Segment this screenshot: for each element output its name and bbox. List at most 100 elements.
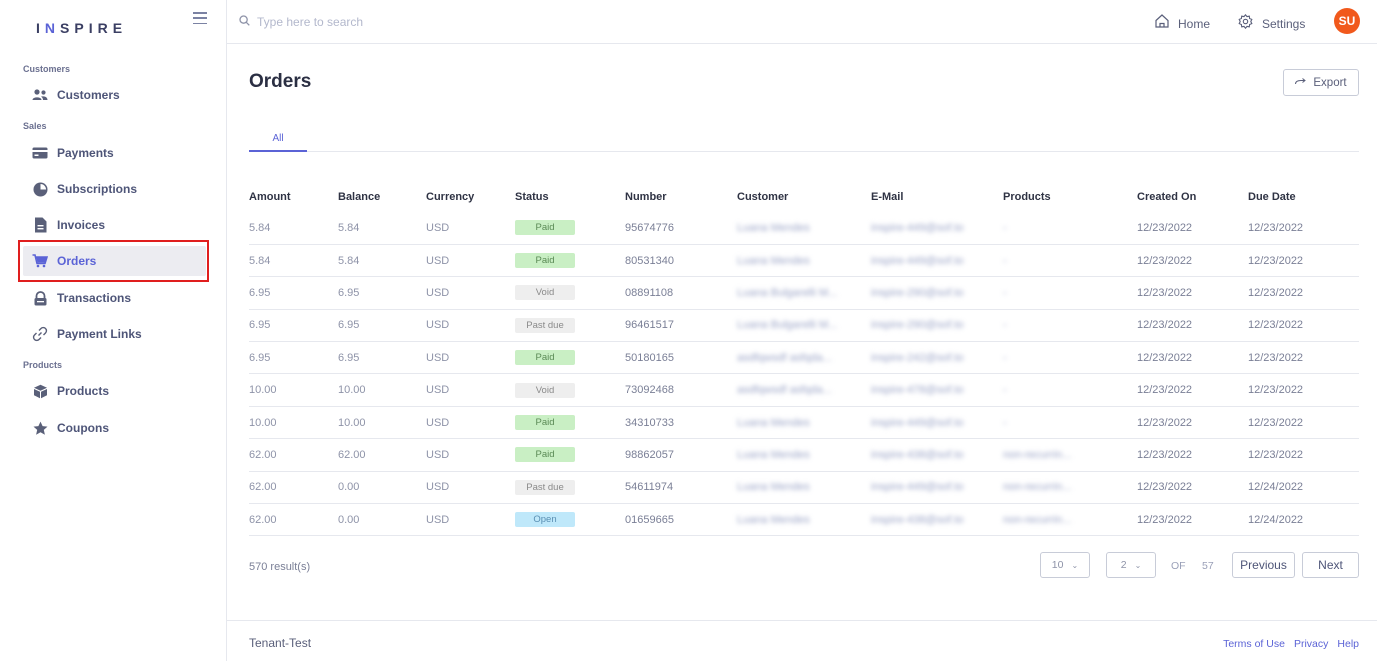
email-text: inspire-449@sof.to bbox=[871, 416, 964, 429]
products-cell: non-recurrin... bbox=[1003, 471, 1137, 505]
sidebar-item-subscriptions[interactable]: Subscriptions bbox=[23, 174, 206, 204]
due-date-cell: 12/24/2022 bbox=[1248, 471, 1359, 505]
table-row[interactable]: 62.00 62.00 USD Paid 98862057 Luana Mendes ins… bbox=[249, 438, 1359, 472]
previous-button[interactable]: Previous bbox=[1232, 552, 1295, 578]
table-row[interactable]: 5.84 5.84 USD Paid 95674776 Luana Mendes inspi… bbox=[249, 212, 1359, 245]
table-row[interactable]: 6.95 6.95 USD Paid 50180165 asdfqwsdf asfqda.… bbox=[249, 341, 1359, 375]
customer-cell: Luana Mendes bbox=[737, 438, 871, 472]
settings-link[interactable]: Settings bbox=[1238, 13, 1306, 34]
due-date-cell: 12/23/2022 bbox=[1248, 438, 1359, 472]
due-date-cell: 12/23/2022 bbox=[1248, 341, 1359, 375]
column-header[interactable]: Created On bbox=[1137, 182, 1248, 212]
avatar[interactable]: SU bbox=[1334, 8, 1360, 34]
page-size-select[interactable]: 10 ⌄ bbox=[1040, 552, 1090, 578]
customer-cell: Luana Mendes bbox=[737, 244, 871, 278]
column-header[interactable]: Products bbox=[1003, 182, 1137, 212]
terms-link[interactable]: Terms of Use bbox=[1223, 638, 1285, 650]
gear-icon bbox=[1238, 13, 1253, 34]
order-number-cell: 98862057 bbox=[625, 438, 737, 472]
created-on-cell: 12/23/2022 bbox=[1137, 244, 1248, 278]
results-count: 570 result(s) bbox=[249, 561, 311, 573]
balance-cell: 62.00 bbox=[338, 438, 426, 472]
products-text: - bbox=[1003, 286, 1007, 299]
column-header[interactable]: Amount bbox=[249, 182, 338, 212]
document-icon bbox=[32, 217, 48, 233]
created-on-cell: 12/23/2022 bbox=[1137, 503, 1248, 537]
table-row[interactable]: 6.95 6.95 USD Void 08891108 Luana Bulgarelli … bbox=[249, 276, 1359, 310]
customer-cell: Luana Bulgarelli M... bbox=[737, 309, 871, 343]
tenant-name: Tenant-Test bbox=[249, 636, 312, 650]
email-text: inspire-478@sof.to bbox=[871, 384, 964, 397]
due-date-cell: 12/23/2022 bbox=[1248, 373, 1359, 407]
sidebar-item-payment-links[interactable]: Payment Links bbox=[23, 319, 206, 349]
products-text: - bbox=[1003, 254, 1007, 267]
amount-cell: 10.00 bbox=[249, 373, 338, 407]
settings-label: Settings bbox=[1262, 17, 1306, 31]
column-header[interactable]: Customer bbox=[737, 182, 871, 212]
column-header[interactable]: Balance bbox=[338, 182, 426, 212]
customer-text: Luana Mendes bbox=[737, 513, 810, 526]
export-button[interactable]: Export bbox=[1283, 69, 1359, 96]
sidebar-item-label: Payments bbox=[57, 146, 114, 160]
column-header[interactable]: Due Date bbox=[1248, 182, 1359, 212]
status-cell: Void bbox=[515, 373, 625, 407]
tab-bar: All bbox=[249, 127, 1359, 152]
page-number-select[interactable]: 2 ⌄ bbox=[1106, 552, 1156, 578]
due-date-cell: 12/23/2022 bbox=[1248, 212, 1359, 245]
sidebar-item-customers[interactable]: Customers bbox=[23, 80, 206, 110]
due-date-cell: 12/23/2022 bbox=[1248, 406, 1359, 440]
hamburger-menu-icon[interactable] bbox=[193, 12, 207, 24]
customer-cell: Luana Bulgarelli M... bbox=[737, 276, 871, 310]
home-link[interactable]: Home bbox=[1155, 14, 1210, 33]
email-cell: inspire-290@sof.to bbox=[871, 276, 1003, 310]
products-text: - bbox=[1003, 221, 1007, 234]
created-on-cell: 12/23/2022 bbox=[1137, 309, 1248, 343]
table-row[interactable]: 62.00 0.00 USD Open 01659665 Luana Mendes insp… bbox=[249, 503, 1359, 537]
privacy-link[interactable]: Privacy bbox=[1294, 638, 1328, 650]
status-badge: Void bbox=[515, 285, 575, 301]
tab-all[interactable]: All bbox=[249, 127, 307, 152]
email-text: inspire-242@sof.to bbox=[871, 351, 964, 364]
table-row[interactable]: 62.00 0.00 USD Past due 54611974 Luana Mendes… bbox=[249, 471, 1359, 505]
balance-cell: 10.00 bbox=[338, 406, 426, 440]
status-cell: Past due bbox=[515, 309, 625, 343]
next-button[interactable]: Next bbox=[1302, 552, 1359, 578]
box-icon bbox=[32, 383, 48, 399]
status-badge: Past due bbox=[515, 317, 575, 333]
table-row[interactable]: 6.95 6.95 USD Past due 96461517 Luana Bulgare… bbox=[249, 309, 1359, 343]
created-on-cell: 12/23/2022 bbox=[1137, 406, 1248, 440]
status-badge: Void bbox=[515, 382, 575, 398]
table-row[interactable]: 5.84 5.84 USD Paid 80531340 Luana Mendes inspi… bbox=[249, 244, 1359, 278]
column-header[interactable]: Status bbox=[515, 182, 625, 212]
sidebar-item-transactions[interactable]: Transactions bbox=[23, 283, 206, 313]
search-input[interactable] bbox=[257, 15, 557, 29]
email-text: inspire-449@sof.to bbox=[871, 221, 964, 234]
email-text: inspire-290@sof.to bbox=[871, 319, 964, 332]
highlight-annotation bbox=[18, 240, 209, 282]
sidebar-item-payments[interactable]: Payments bbox=[23, 138, 206, 168]
column-header[interactable]: Number bbox=[625, 182, 737, 212]
help-link[interactable]: Help bbox=[1337, 638, 1359, 650]
status-badge: Paid bbox=[515, 220, 575, 236]
column-header[interactable]: E-Mail bbox=[871, 182, 1003, 212]
email-cell: inspire-449@sof.to bbox=[871, 212, 1003, 245]
customer-text: Luana Mendes bbox=[737, 448, 810, 461]
balance-cell: 5.84 bbox=[338, 244, 426, 278]
balance-cell: 10.00 bbox=[338, 373, 426, 407]
created-on-cell: 12/23/2022 bbox=[1137, 212, 1248, 245]
table-row[interactable]: 10.00 10.00 USD Void 73092468 asdfqwsdf asfqd… bbox=[249, 373, 1359, 407]
brand-logo[interactable]: INSPIRE bbox=[36, 20, 127, 36]
page-number-value: 2 bbox=[1120, 559, 1127, 571]
sidebar-item-invoices[interactable]: Invoices bbox=[23, 210, 206, 240]
email-text: inspire-290@sof.to bbox=[871, 286, 964, 299]
sidebar-item-coupons[interactable]: Coupons bbox=[23, 413, 206, 443]
sidebar-item-products[interactable]: Products bbox=[23, 376, 206, 406]
table-row[interactable]: 10.00 10.00 USD Paid 34310733 Luana Mendes ins… bbox=[249, 406, 1359, 440]
currency-cell: USD bbox=[426, 438, 515, 472]
status-cell: Paid bbox=[515, 406, 625, 440]
footer-links: Terms of Use Privacy Help bbox=[1223, 638, 1359, 650]
balance-cell: 0.00 bbox=[338, 471, 426, 505]
email-text: inspire-438@sof.to bbox=[871, 448, 964, 461]
order-number-cell: 50180165 bbox=[625, 341, 737, 375]
column-header[interactable]: Currency bbox=[426, 182, 515, 212]
